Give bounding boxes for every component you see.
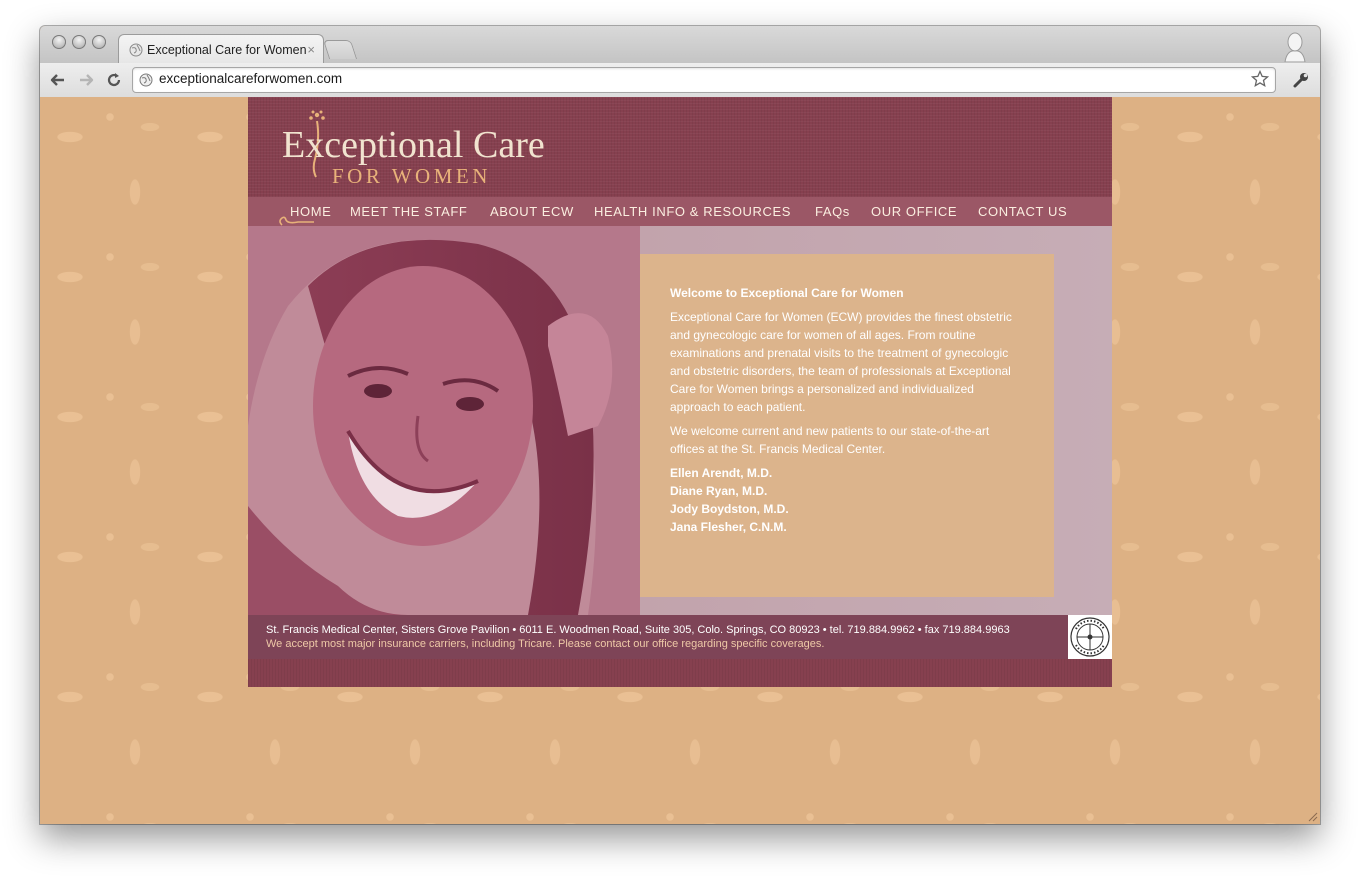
site-logo[interactable]: Exceptional Care FOR WOMEN	[282, 109, 562, 191]
browser-toolbar: exceptionalcareforwomen.com	[40, 63, 1320, 98]
welcome-title: Welcome to Exceptional Care for Women	[670, 286, 904, 300]
tab-title: Exceptional Care for Women	[147, 42, 307, 57]
tab-active[interactable]: Exceptional Care for Women ×	[118, 34, 324, 64]
footer-texture-strip	[248, 659, 1112, 687]
forward-button[interactable]	[76, 70, 96, 90]
forward-arrow-icon	[80, 74, 94, 86]
url-text: exceptionalcareforwomen.com	[159, 71, 343, 86]
welcome-paragraph-1: Exceptional Care for Women (ECW) provide…	[670, 310, 1012, 414]
reload-button[interactable]	[104, 70, 124, 90]
doctor-name: Jody Boydston, M.D.	[670, 502, 789, 516]
welcome-panel: Welcome to Exceptional Care for Women Ex…	[640, 254, 1054, 597]
nav-faqs[interactable]: FAQs	[815, 204, 850, 219]
profile-icon[interactable]	[1282, 30, 1308, 62]
reload-icon	[107, 73, 121, 87]
page-viewport: Exceptional Care FOR WOMEN HOME MEET THE…	[40, 97, 1320, 824]
tab-strip: Exceptional Care for Women ×	[40, 26, 1320, 64]
doctor-name: Diane Ryan, M.D.	[670, 484, 768, 498]
nav-our-office[interactable]: OUR OFFICE	[871, 204, 957, 219]
wrench-icon[interactable]	[1292, 71, 1310, 89]
site-container: Exceptional Care FOR WOMEN HOME MEET THE…	[248, 97, 1112, 687]
site-footer: St. Francis Medical Center, Sisters Grov…	[248, 615, 1112, 659]
nav-contact-us[interactable]: CONTACT US	[978, 204, 1067, 219]
close-window-button[interactable]	[52, 35, 66, 49]
site-info-icon[interactable]	[139, 73, 153, 87]
nav-about-ecw[interactable]: ABOUT ECW	[490, 204, 574, 219]
back-button[interactable]	[48, 70, 68, 90]
hero-section: Welcome to Exceptional Care for Women Ex…	[248, 226, 1112, 615]
globe-icon	[129, 43, 143, 56]
new-tab-button[interactable]	[322, 40, 358, 59]
nav-health-info[interactable]: HEALTH INFO & RESOURCES	[594, 204, 791, 219]
logo-subtitle: FOR WOMEN	[332, 164, 491, 188]
welcome-paragraph-2: We welcome current and new patients to o…	[670, 424, 990, 456]
site-header: Exceptional Care FOR WOMEN	[248, 97, 1112, 197]
main-nav: HOME MEET THE STAFF ABOUT ECW HEALTH INF…	[248, 197, 1112, 226]
address-bar[interactable]: exceptionalcareforwomen.com	[132, 67, 1276, 93]
minimize-window-button[interactable]	[72, 35, 86, 49]
nav-meet-the-staff[interactable]: MEET THE STAFF	[350, 204, 467, 219]
doctor-name: Ellen Arendt, M.D.	[670, 466, 773, 480]
active-nav-swirl-icon	[279, 216, 314, 226]
doctor-name: Jana Flesher, C.N.M.	[670, 520, 787, 534]
back-arrow-icon	[50, 74, 64, 86]
accreditation-seal-icon	[1070, 617, 1110, 657]
tab-close-icon[interactable]: ×	[307, 42, 315, 57]
footer-address: St. Francis Medical Center, Sisters Grov…	[266, 624, 1010, 636]
welcome-text: Welcome to Exceptional Care for Women Ex…	[670, 284, 1026, 536]
bookmark-star-icon[interactable]	[1251, 70, 1269, 88]
resize-grip-icon[interactable]	[1306, 810, 1318, 822]
accreditation-seal[interactable]	[1068, 615, 1112, 659]
logo-title: Exceptional Care	[282, 124, 545, 166]
zoom-window-button[interactable]	[92, 35, 106, 49]
browser-window: Exceptional Care for Women × exceptional…	[40, 26, 1320, 824]
hero-photo-woman	[248, 226, 640, 615]
footer-insurance-note: We accept most major insurance carriers,…	[266, 638, 825, 650]
